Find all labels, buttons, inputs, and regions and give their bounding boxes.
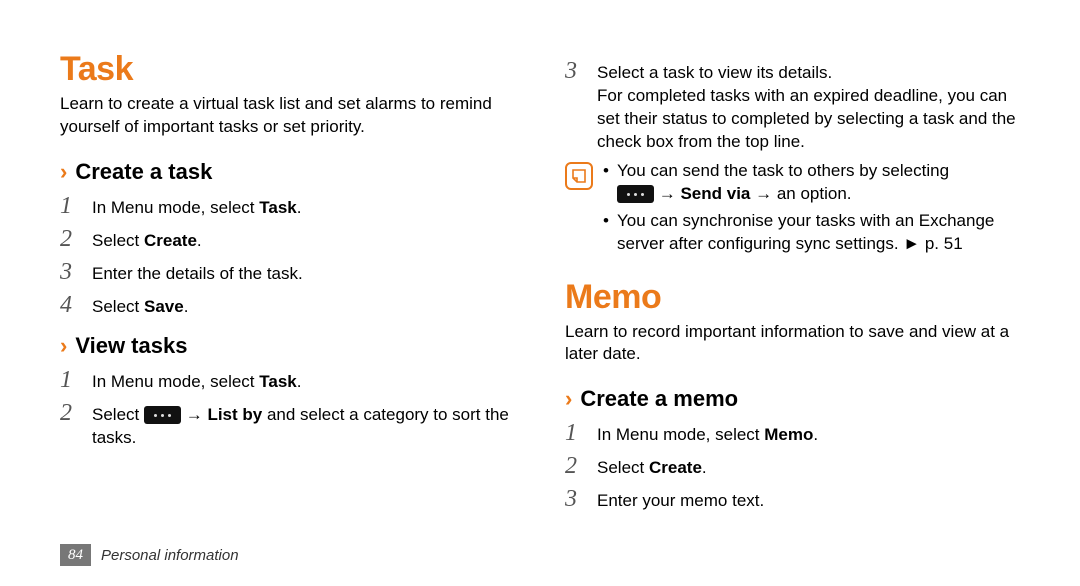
task-intro-text: Learn to create a virtual task list and … (60, 93, 515, 139)
list-item: 3 Enter the details of the task. (60, 259, 515, 286)
step-number: 3 (565, 486, 585, 512)
overflow-menu-icon (617, 185, 654, 203)
note-bullets: You can send the task to others by selec… (603, 160, 1020, 260)
subheading-create-memo-label: Create a memo (580, 386, 738, 412)
step-number: 1 (565, 420, 585, 446)
step-text: Select a task to view its details. For c… (597, 62, 1020, 154)
chevron-icon: › (60, 161, 67, 183)
step-text: Select Save. (92, 296, 188, 319)
list-item: 2 Select Create. (565, 453, 1020, 480)
subheading-create-task: › Create a task (60, 159, 515, 185)
list-item: You can synchronise your tasks with an E… (603, 210, 1020, 256)
list-item: 1 In Menu mode, select Task. (60, 193, 515, 220)
step-text: Select Create. (597, 457, 707, 480)
step-text: In Menu mode, select Task. (92, 197, 302, 220)
step-number: 2 (60, 400, 80, 426)
step-text: Select Create. (92, 230, 202, 253)
step-text: Enter your memo text. (597, 490, 764, 513)
memo-intro-text: Learn to record important information to… (565, 321, 1020, 367)
step-text: Enter the details of the task. (92, 263, 303, 286)
overflow-menu-icon (144, 406, 181, 424)
step-number: 2 (565, 453, 585, 479)
subheading-create-memo: › Create a memo (565, 386, 1020, 412)
list-item: You can send the task to others by selec… (603, 160, 1020, 206)
chevron-icon: › (60, 335, 67, 357)
create-task-steps: 1 In Menu mode, select Task. 2 Select Cr… (60, 193, 515, 319)
note-block: You can send the task to others by selec… (565, 160, 1020, 260)
list-item: 3 Enter your memo text. (565, 486, 1020, 513)
list-item: 4 Select Save. (60, 292, 515, 319)
step-number: 1 (60, 367, 80, 393)
step-number: 3 (60, 259, 80, 285)
page-number: 84 (60, 544, 91, 566)
right-column: 3 Select a task to view its details. For… (565, 50, 1020, 519)
step-number: 2 (60, 226, 80, 252)
step-text: Select → List by and select a category t… (92, 404, 515, 450)
heading-task: Task (60, 50, 515, 89)
heading-memo: Memo (565, 278, 1020, 317)
list-item: 1 In Menu mode, select Memo. (565, 420, 1020, 447)
list-item: 1 In Menu mode, select Task. (60, 367, 515, 394)
page-footer: 84 Personal information (60, 544, 239, 566)
view-tasks-continued: 3 Select a task to view its details. For… (565, 58, 1020, 154)
list-item: 2 Select → List by and select a category… (60, 400, 515, 450)
subheading-view-tasks-label: View tasks (75, 333, 187, 359)
note-icon (565, 162, 593, 190)
subheading-view-tasks: › View tasks (60, 333, 515, 359)
step-number: 4 (60, 292, 80, 318)
chevron-icon: › (565, 388, 572, 410)
step-text: In Menu mode, select Task. (92, 371, 302, 394)
step-number: 1 (60, 193, 80, 219)
create-memo-steps: 1 In Menu mode, select Memo. 2 Select Cr… (565, 420, 1020, 513)
step-number: 3 (565, 58, 585, 84)
page-columns: Task Learn to create a virtual task list… (60, 50, 1020, 519)
left-column: Task Learn to create a virtual task list… (60, 50, 515, 519)
list-item: 2 Select Create. (60, 226, 515, 253)
list-item: 3 Select a task to view its details. For… (565, 58, 1020, 154)
step-text: In Menu mode, select Memo. (597, 424, 818, 447)
subheading-create-task-label: Create a task (75, 159, 212, 185)
view-tasks-steps: 1 In Menu mode, select Task. 2 Select → … (60, 367, 515, 450)
footer-section-label: Personal information (101, 547, 239, 564)
